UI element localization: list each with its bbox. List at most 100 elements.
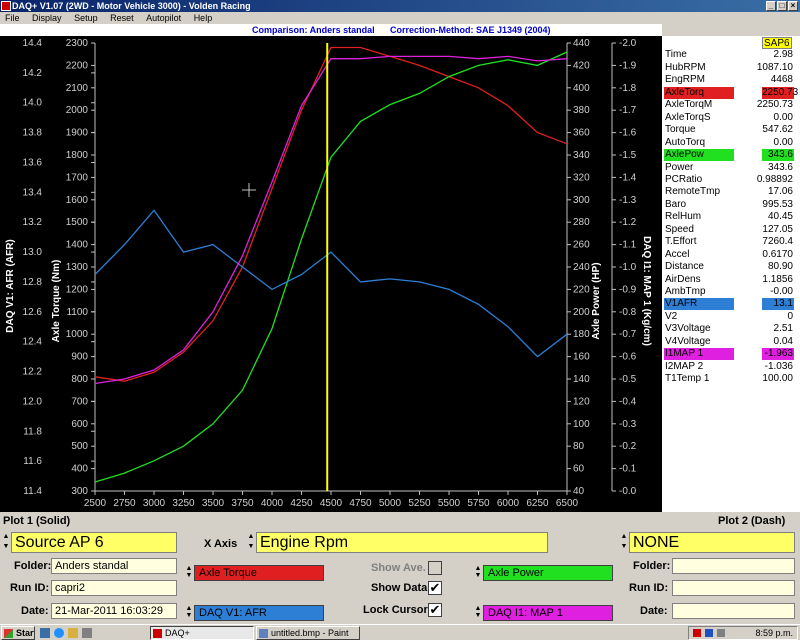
channel-row[interactable]: AxlePow 343.6	[662, 149, 800, 162]
axle-torque-selector[interactable]: Axle Torque	[194, 565, 324, 581]
tray-volume-icon[interactable]	[717, 629, 725, 637]
channel-name: RelHum	[665, 211, 702, 223]
channel-row[interactable]: AxleTorqS 0.00	[662, 112, 800, 124]
right-top-spinner-up-icon[interactable]: ▲	[474, 565, 482, 572]
start-button[interactable]: Start	[1, 626, 35, 640]
plot2-source-spinner-up-icon[interactable]: ▲	[620, 533, 628, 540]
x-axis-spinner-up-icon[interactable]: ▲	[247, 533, 255, 540]
menu-display[interactable]: Display	[30, 13, 64, 23]
torque-axis-tick-label: 1000	[66, 329, 89, 340]
x-axis-spinner-down-icon[interactable]: ▼	[247, 543, 255, 550]
plot2-source-spinner-down-icon[interactable]: ▼	[620, 543, 628, 550]
left-bottom-spinner-down-icon[interactable]: ▼	[185, 612, 193, 619]
channel-name: Accel	[665, 248, 690, 260]
quicklaunch-ie-icon[interactable]	[54, 628, 64, 638]
plot2-folder-field[interactable]	[672, 558, 795, 574]
channel-row[interactable]: AxleTorqM 2250.73	[662, 99, 800, 111]
plot1-date-field[interactable]: 21-Mar-2011 16:03:29	[51, 603, 177, 619]
menu-autopilot[interactable]: Autopilot	[144, 13, 183, 23]
right-bottom-spinner-down-icon[interactable]: ▼	[474, 612, 482, 619]
afr-axis-tick-label: 14.2	[23, 68, 43, 79]
x-axis-tick-label: 2500	[84, 498, 107, 509]
power-axis-tick-label: 140	[573, 374, 590, 385]
map-selector[interactable]: DAQ I1: MAP 1	[483, 605, 613, 621]
menu-reset[interactable]: Reset	[108, 13, 136, 23]
menu-file[interactable]: File	[3, 13, 22, 23]
plot1-source-field[interactable]: Source AP 6	[11, 532, 177, 553]
tray-flag-icon[interactable]	[693, 629, 701, 637]
channel-row[interactable]: HubRPM 1087.10	[662, 62, 800, 74]
afr-selector[interactable]: DAQ V1: AFR	[194, 605, 324, 621]
channel-row[interactable]: RemoteTmp 17.06	[662, 186, 800, 198]
plot1-folder-field[interactable]: Anders standal	[51, 558, 177, 574]
channel-row[interactable]: V3Voltage 2.51	[662, 323, 800, 335]
task-paint[interactable]: untitled.bmp - Paint	[256, 626, 360, 640]
power-axis-tick-label: 400	[573, 83, 590, 94]
show-ave-checkbox[interactable]	[428, 561, 442, 575]
channel-row[interactable]: Distance 80.90	[662, 261, 800, 273]
plot1-source-spinner-down-icon[interactable]: ▼	[2, 543, 10, 550]
channel-row[interactable]: AmbTmp -0.00	[662, 286, 800, 298]
channel-row[interactable]: Baro 995.53	[662, 199, 800, 211]
channel-row[interactable]: V1AFR 13.1	[662, 298, 800, 311]
channel-row[interactable]: Speed 127.05	[662, 224, 800, 236]
channel-row[interactable]: Power 343.6	[662, 162, 800, 174]
map-axis-tick-label: -1.7	[619, 105, 637, 116]
channel-row[interactable]: I2MAP 2 -1.036	[662, 361, 800, 373]
channel-row[interactable]: I1MAP 1 -1.963	[662, 348, 800, 361]
afr-axis-tick-label: 11.8	[23, 426, 42, 437]
channel-row[interactable]: T.Effort 7260.4	[662, 236, 800, 248]
minimize-button[interactable]: _	[766, 1, 776, 11]
menu-setup[interactable]: Setup	[72, 13, 100, 23]
window-titlebar[interactable]: DAQ+ V1.07 (2WD - Motor Vehicle 3000) - …	[0, 0, 800, 12]
channel-row[interactable]: AirDens 1.1856	[662, 274, 800, 286]
right-bottom-spinner-up-icon[interactable]: ▲	[474, 605, 482, 612]
channel-value: 343.6	[767, 161, 793, 173]
channel-row[interactable]: EngRPM 4468	[662, 74, 800, 86]
torque-axis-tick-label: 2300	[66, 38, 89, 49]
channel-value: -0.00	[770, 286, 793, 297]
menu-help[interactable]: Help	[192, 13, 215, 23]
chart-svg[interactable]: 11.4 11.6 11.8 12.0 12.2 12.4 12.6 12.8 13.0 13.2…	[0, 36, 662, 512]
tray-clock[interactable]: 8:59 p.m.	[755, 628, 793, 638]
power-axis-tick-label: 160	[573, 352, 590, 363]
plot1-runid-field[interactable]: capri2	[51, 580, 177, 596]
channel-row[interactable]: RelHum 40.45	[662, 211, 800, 223]
plot2-date-field[interactable]	[672, 603, 795, 619]
channel-row[interactable]: V2 0	[662, 311, 800, 323]
channel-row[interactable]: AxleTorq 2250.73	[662, 86, 800, 99]
right-top-spinner-down-icon[interactable]: ▼	[474, 572, 482, 579]
afr-axis-tick-label: 13.2	[23, 217, 43, 228]
channel-row[interactable]: Torque 547.62	[662, 124, 800, 136]
axle-power-selector[interactable]: Axle Power	[483, 565, 613, 581]
close-button[interactable]: ×	[788, 1, 798, 11]
channel-row[interactable]: V4Voltage 0.04	[662, 336, 800, 348]
plot1-source-spinner-up-icon[interactable]: ▲	[2, 533, 10, 540]
torque-axis-tick-label: 1800	[66, 150, 89, 161]
tray-network-icon[interactable]	[705, 629, 713, 637]
channel-row[interactable]: AutoTorq 0.00	[662, 137, 800, 149]
channel-row[interactable]: T1Temp 1 100.00	[662, 373, 800, 385]
show-data-checkbox[interactable]: ✔	[428, 581, 442, 595]
maximize-button[interactable]: □	[777, 1, 787, 11]
quicklaunch-desktop-icon[interactable]	[40, 628, 50, 638]
dyno-chart[interactable]: 11.4 11.6 11.8 12.0 12.2 12.4 12.6 12.8 13.0 13.2…	[0, 36, 662, 512]
task-daq[interactable]: DAQ+	[150, 626, 254, 640]
quicklaunch-folder-icon[interactable]	[68, 628, 78, 638]
channel-value: 0.6170	[762, 248, 793, 260]
channel-row[interactable]: Accel 0.6170	[662, 249, 800, 261]
series-line-daq-i1-map-1	[94, 55, 568, 385]
plot2-source-field[interactable]: NONE	[629, 532, 795, 553]
channel-row[interactable]: PCRatio 0.98892	[662, 174, 800, 186]
torque-axis-tick-label: 900	[71, 352, 88, 363]
left-top-spinner-up-icon[interactable]: ▲	[185, 565, 193, 572]
left-top-spinner-down-icon[interactable]: ▼	[185, 572, 193, 579]
quicklaunch-app-icon[interactable]	[82, 628, 92, 638]
x-axis-field[interactable]: Engine Rpm	[256, 532, 548, 553]
plot2-runid-field[interactable]	[672, 580, 795, 596]
channel-value: 2.98	[773, 49, 793, 61]
channel-row[interactable]: Time 2.98	[662, 49, 800, 61]
left-bottom-spinner-up-icon[interactable]: ▲	[185, 605, 193, 612]
channel-row[interactable]: SAP6	[662, 37, 800, 49]
lock-cursor-checkbox[interactable]: ✔	[428, 603, 442, 617]
